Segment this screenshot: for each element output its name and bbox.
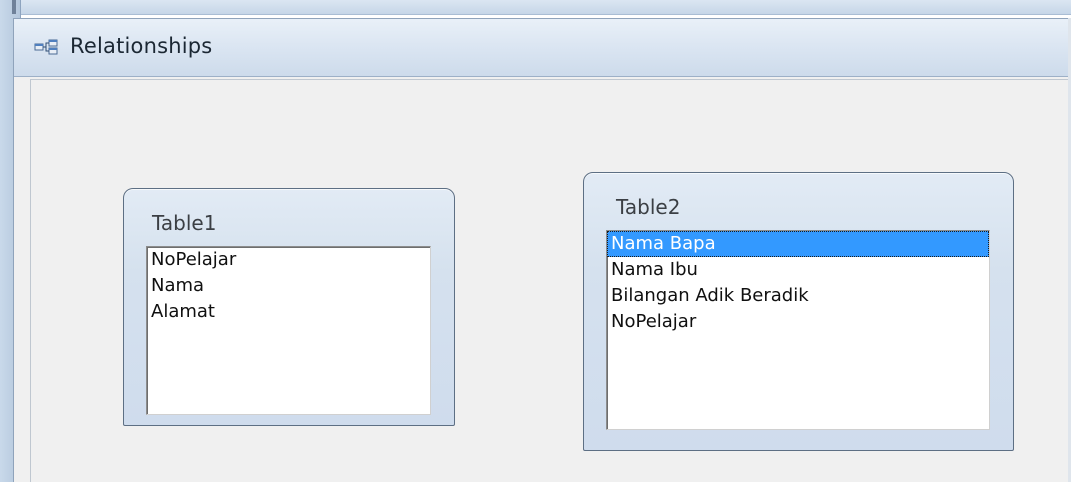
access-workspace: Relationships Table1 NoPelajar Nama Alam… bbox=[0, 0, 1071, 482]
frame-corner bbox=[12, 0, 16, 14]
relationships-canvas[interactable]: Table1 NoPelajar Nama Alamat Table2 Nama… bbox=[30, 79, 1071, 482]
field-item[interactable]: Nama bbox=[147, 273, 430, 299]
field-list-title[interactable]: Table1 bbox=[152, 211, 216, 235]
relationships-icon bbox=[34, 39, 58, 55]
field-listbox[interactable]: Nama Bapa Nama Ibu Bilangan Adik Beradik… bbox=[606, 230, 990, 430]
field-item-selected[interactable]: Nama Bapa bbox=[607, 231, 989, 257]
field-list-table2[interactable]: Table2 Nama Bapa Nama Ibu Bilangan Adik … bbox=[583, 172, 1014, 451]
field-item[interactable]: NoPelajar bbox=[147, 247, 430, 273]
field-item[interactable]: Alamat bbox=[147, 299, 430, 325]
relationships-document-window: Relationships Table1 NoPelajar Nama Alam… bbox=[13, 18, 1071, 482]
field-list-table1[interactable]: Table1 NoPelajar Nama Alamat bbox=[123, 188, 455, 426]
field-item[interactable]: Bilangan Adik Beradik bbox=[607, 283, 989, 309]
field-item[interactable]: NoPelajar bbox=[607, 309, 989, 335]
field-listbox[interactable]: NoPelajar Nama Alamat bbox=[146, 246, 431, 415]
outer-window-top-frame bbox=[0, 0, 1071, 15]
field-list-title[interactable]: Table2 bbox=[616, 195, 680, 219]
document-tab[interactable]: Relationships bbox=[14, 19, 1071, 77]
field-item[interactable]: Nama Ibu bbox=[607, 257, 989, 283]
document-title: Relationships bbox=[70, 34, 213, 58]
